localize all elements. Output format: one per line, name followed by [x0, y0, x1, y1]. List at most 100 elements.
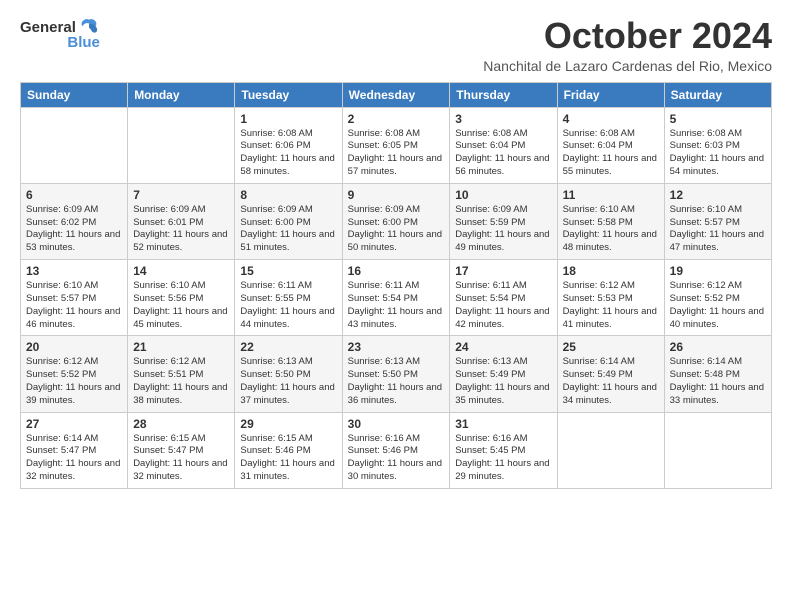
day-number: 30	[348, 417, 445, 431]
day-number: 11	[563, 188, 659, 202]
logo: General Blue	[20, 16, 100, 51]
day-info: Sunrise: 6:15 AM Sunset: 5:47 PM Dayligh…	[133, 433, 229, 484]
day-cell: 8 Sunrise: 6:09 AM Sunset: 6:00 PM Daylig…	[235, 183, 342, 259]
day-number: 21	[133, 340, 229, 354]
day-info: Sunrise: 6:08 AM Sunset: 6:04 PM Dayligh…	[563, 128, 659, 179]
day-cell: 1 Sunrise: 6:08 AM Sunset: 6:06 PM Daylig…	[235, 107, 342, 183]
day-info: Sunrise: 6:09 AM Sunset: 6:02 PM Dayligh…	[26, 204, 122, 255]
logo-text-blue: Blue	[67, 34, 100, 51]
header-row: SundayMondayTuesdayWednesdayThursdayFrid…	[21, 82, 772, 107]
day-number: 5	[670, 112, 766, 126]
day-cell: 7 Sunrise: 6:09 AM Sunset: 6:01 PM Daylig…	[128, 183, 235, 259]
day-number: 3	[455, 112, 551, 126]
week-row-2: 6Sunrise: 6:09 AM Sunset: 6:02 PM Daylig…	[21, 183, 772, 259]
day-info: Sunrise: 6:13 AM Sunset: 5:50 PM Dayligh…	[240, 356, 336, 407]
day-number: 8	[240, 188, 336, 202]
day-info: Sunrise: 6:14 AM Sunset: 5:49 PM Dayligh…	[563, 356, 659, 407]
day-info: Sunrise: 6:08 AM Sunset: 6:04 PM Dayligh…	[455, 128, 551, 179]
day-cell: 26 Sunrise: 6:14 AM Sunset: 5:48 PM Dayli…	[664, 336, 771, 412]
day-info: Sunrise: 6:10 AM Sunset: 5:56 PM Dayligh…	[133, 280, 229, 331]
day-info: Sunrise: 6:08 AM Sunset: 6:03 PM Dayligh…	[670, 128, 766, 179]
week-row-5: 27 Sunrise: 6:14 AM Sunset: 5:47 PM Dayli…	[21, 412, 772, 488]
day-number: 29	[240, 417, 336, 431]
day-info: Sunrise: 6:12 AM Sunset: 5:51 PM Dayligh…	[133, 356, 229, 407]
day-cell: 10Sunrise: 6:09 AM Sunset: 5:59 PM Dayli…	[450, 183, 557, 259]
month-title: October 2024	[483, 16, 772, 56]
day-number: 19	[670, 264, 766, 278]
day-number: 27	[26, 417, 122, 431]
day-number: 23	[348, 340, 445, 354]
day-info: Sunrise: 6:11 AM Sunset: 5:54 PM Dayligh…	[455, 280, 551, 331]
day-number: 24	[455, 340, 551, 354]
day-cell: 19 Sunrise: 6:12 AM Sunset: 5:52 PM Dayli…	[664, 260, 771, 336]
day-number: 17	[455, 264, 551, 278]
day-number: 18	[563, 264, 659, 278]
day-info: Sunrise: 6:12 AM Sunset: 5:53 PM Dayligh…	[563, 280, 659, 331]
week-row-3: 13 Sunrise: 6:10 AM Sunset: 5:57 PM Dayli…	[21, 260, 772, 336]
col-header-tuesday: Tuesday	[235, 82, 342, 107]
day-cell: 27 Sunrise: 6:14 AM Sunset: 5:47 PM Dayli…	[21, 412, 128, 488]
day-number: 7	[133, 188, 229, 202]
col-header-thursday: Thursday	[450, 82, 557, 107]
day-info: Sunrise: 6:15 AM Sunset: 5:46 PM Dayligh…	[240, 433, 336, 484]
day-number: 15	[240, 264, 336, 278]
day-info: Sunrise: 6:14 AM Sunset: 5:48 PM Dayligh…	[670, 356, 766, 407]
day-number: 26	[670, 340, 766, 354]
day-cell: 21 Sunrise: 6:12 AM Sunset: 5:51 PM Dayli…	[128, 336, 235, 412]
day-cell: 24 Sunrise: 6:13 AM Sunset: 5:49 PM Dayli…	[450, 336, 557, 412]
day-info: Sunrise: 6:08 AM Sunset: 6:05 PM Dayligh…	[348, 128, 445, 179]
day-info: Sunrise: 6:08 AM Sunset: 6:06 PM Dayligh…	[240, 128, 336, 179]
day-cell: 29 Sunrise: 6:15 AM Sunset: 5:46 PM Dayli…	[235, 412, 342, 488]
day-cell: 16 Sunrise: 6:11 AM Sunset: 5:54 PM Dayli…	[342, 260, 450, 336]
day-cell: 28 Sunrise: 6:15 AM Sunset: 5:47 PM Dayli…	[128, 412, 235, 488]
logo-text-general: General	[20, 19, 76, 36]
col-header-saturday: Saturday	[664, 82, 771, 107]
day-cell: 22Sunrise: 6:13 AM Sunset: 5:50 PM Dayli…	[235, 336, 342, 412]
day-cell: 17 Sunrise: 6:11 AM Sunset: 5:54 PM Dayli…	[450, 260, 557, 336]
week-row-4: 20 Sunrise: 6:12 AM Sunset: 5:52 PM Dayli…	[21, 336, 772, 412]
title-area: October 2024 Nanchital de Lazaro Cardena…	[483, 16, 772, 74]
day-info: Sunrise: 6:11 AM Sunset: 5:54 PM Dayligh…	[348, 280, 445, 331]
day-cell: 20 Sunrise: 6:12 AM Sunset: 5:52 PM Dayli…	[21, 336, 128, 412]
col-header-monday: Monday	[128, 82, 235, 107]
day-number: 9	[348, 188, 445, 202]
day-number: 28	[133, 417, 229, 431]
day-cell: 5 Sunrise: 6:08 AM Sunset: 6:03 PM Daylig…	[664, 107, 771, 183]
day-info: Sunrise: 6:13 AM Sunset: 5:49 PM Dayligh…	[455, 356, 551, 407]
day-cell	[21, 107, 128, 183]
week-row-1: 1 Sunrise: 6:08 AM Sunset: 6:06 PM Daylig…	[21, 107, 772, 183]
day-info: Sunrise: 6:12 AM Sunset: 5:52 PM Dayligh…	[26, 356, 122, 407]
day-cell: 11 Sunrise: 6:10 AM Sunset: 5:58 PM Dayli…	[557, 183, 664, 259]
day-info: Sunrise: 6:10 AM Sunset: 5:58 PM Dayligh…	[563, 204, 659, 255]
day-cell: 23 Sunrise: 6:13 AM Sunset: 5:50 PM Dayli…	[342, 336, 450, 412]
day-number: 14	[133, 264, 229, 278]
day-number: 20	[26, 340, 122, 354]
day-number: 12	[670, 188, 766, 202]
day-info: Sunrise: 6:09 AM Sunset: 6:01 PM Dayligh…	[133, 204, 229, 255]
day-cell: 30Sunrise: 6:16 AM Sunset: 5:46 PM Dayli…	[342, 412, 450, 488]
col-header-wednesday: Wednesday	[342, 82, 450, 107]
day-number: 13	[26, 264, 122, 278]
day-cell	[557, 412, 664, 488]
day-cell: 25 Sunrise: 6:14 AM Sunset: 5:49 PM Dayli…	[557, 336, 664, 412]
day-number: 16	[348, 264, 445, 278]
day-info: Sunrise: 6:09 AM Sunset: 6:00 PM Dayligh…	[348, 204, 445, 255]
day-number: 25	[563, 340, 659, 354]
day-info: Sunrise: 6:10 AM Sunset: 5:57 PM Dayligh…	[26, 280, 122, 331]
day-info: Sunrise: 6:13 AM Sunset: 5:50 PM Dayligh…	[348, 356, 445, 407]
day-info: Sunrise: 6:14 AM Sunset: 5:47 PM Dayligh…	[26, 433, 122, 484]
day-cell: 2Sunrise: 6:08 AM Sunset: 6:05 PM Daylig…	[342, 107, 450, 183]
day-cell: 31Sunrise: 6:16 AM Sunset: 5:45 PM Dayli…	[450, 412, 557, 488]
day-cell	[128, 107, 235, 183]
day-number: 1	[240, 112, 336, 126]
day-cell: 12 Sunrise: 6:10 AM Sunset: 5:57 PM Dayli…	[664, 183, 771, 259]
day-info: Sunrise: 6:12 AM Sunset: 5:52 PM Dayligh…	[670, 280, 766, 331]
day-cell: 15Sunrise: 6:11 AM Sunset: 5:55 PM Dayli…	[235, 260, 342, 336]
day-cell: 18 Sunrise: 6:12 AM Sunset: 5:53 PM Dayli…	[557, 260, 664, 336]
day-info: Sunrise: 6:09 AM Sunset: 5:59 PM Dayligh…	[455, 204, 551, 255]
day-number: 4	[563, 112, 659, 126]
day-info: Sunrise: 6:10 AM Sunset: 5:57 PM Dayligh…	[670, 204, 766, 255]
header: General Blue October 2024 Nanchital de L…	[20, 16, 772, 74]
day-info: Sunrise: 6:09 AM Sunset: 6:00 PM Dayligh…	[240, 204, 336, 255]
col-header-sunday: Sunday	[21, 82, 128, 107]
